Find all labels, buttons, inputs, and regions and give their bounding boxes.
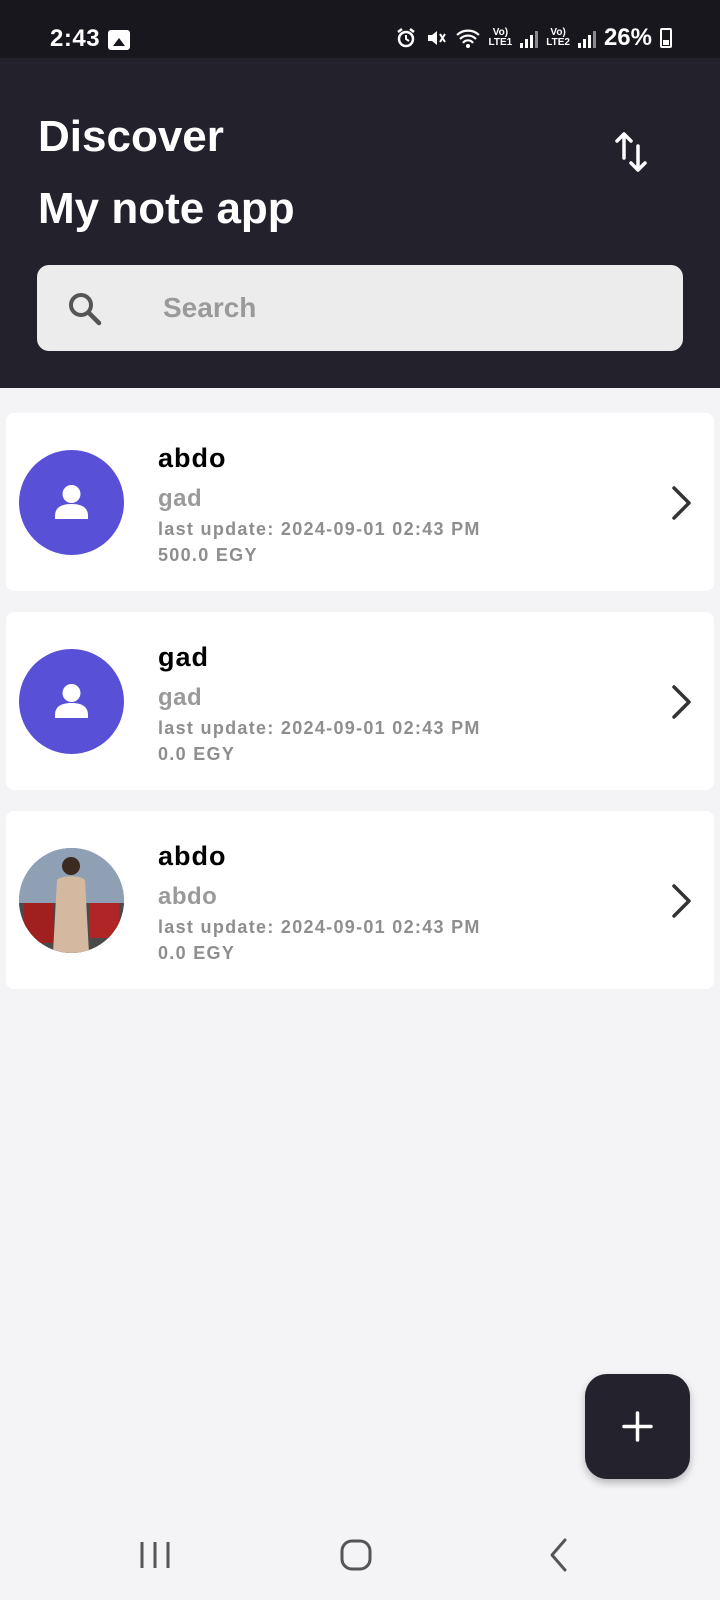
note-name: abdo	[158, 841, 227, 871]
search-bar[interactable]	[37, 265, 683, 351]
plus-icon	[622, 1411, 653, 1442]
photo-avatar	[19, 848, 124, 953]
sort-button[interactable]	[612, 128, 662, 178]
back-button[interactable]	[530, 1530, 590, 1580]
status-icons: Vo) LTE1 Vo) LTE2 26%	[395, 24, 672, 52]
note-subtitle: gad	[158, 485, 203, 512]
note-amount: 0.0 EGY	[158, 943, 236, 963]
note-last-update: last update: 2024-09-01 02:43 PM	[158, 917, 481, 937]
chevron-right-icon	[672, 486, 691, 520]
add-note-button[interactable]	[585, 1374, 690, 1479]
note-amount: 500.0 EGY	[158, 545, 258, 565]
person-icon	[55, 485, 88, 519]
system-nav-bar	[0, 1510, 720, 1600]
list-item[interactable]: abdo abdo last update: 2024-09-01 02:43 …	[6, 811, 714, 989]
app-header: Discover My note app	[0, 58, 720, 388]
note-subtitle: abdo	[158, 883, 218, 910]
wifi-icon	[455, 29, 480, 48]
avatar	[19, 450, 124, 555]
person-photo-icon	[19, 848, 124, 953]
signal-1-icon	[520, 28, 539, 48]
note-name: gad	[158, 642, 210, 672]
app-subtitle: My note app	[38, 184, 295, 233]
swap-vertical-icon	[615, 132, 647, 172]
chevron-right-icon	[672, 884, 691, 918]
avatar	[19, 649, 124, 754]
list-item[interactable]: gad gad last update: 2024-09-01 02:43 PM…	[6, 612, 714, 790]
status-bar: 2:43 Vo) LTE1 Vo) LTE2 26%	[0, 0, 720, 58]
search-input[interactable]	[163, 265, 663, 351]
page-title: Discover	[38, 112, 224, 161]
alarm-icon	[396, 28, 415, 48]
gallery-notification-icon	[108, 30, 130, 50]
mute-icon	[427, 31, 446, 45]
note-name: abdo	[158, 443, 227, 473]
search-icon	[69, 293, 102, 326]
lte1-label: Vo) LTE1	[488, 27, 513, 48]
home-icon	[340, 1539, 372, 1571]
note-amount: 0.0 EGY	[158, 744, 236, 764]
note-last-update: last update: 2024-09-01 02:43 PM	[158, 718, 481, 738]
chevron-right-icon	[672, 685, 691, 719]
signal-2-icon	[577, 28, 596, 48]
note-last-update: last update: 2024-09-01 02:43 PM	[158, 519, 481, 539]
back-icon	[550, 1538, 567, 1572]
battery-icon	[660, 28, 672, 48]
recent-apps-icon	[140, 1542, 170, 1568]
recent-apps-button[interactable]	[125, 1530, 185, 1580]
note-subtitle: gad	[158, 684, 203, 711]
battery-percent: 26%	[603, 24, 652, 51]
list-item[interactable]: abdo gad last update: 2024-09-01 02:43 P…	[6, 413, 714, 591]
person-icon	[55, 684, 88, 718]
home-button[interactable]	[326, 1530, 386, 1580]
status-time: 2:43	[50, 25, 101, 52]
lte2-label: Vo) LTE2	[546, 27, 570, 48]
